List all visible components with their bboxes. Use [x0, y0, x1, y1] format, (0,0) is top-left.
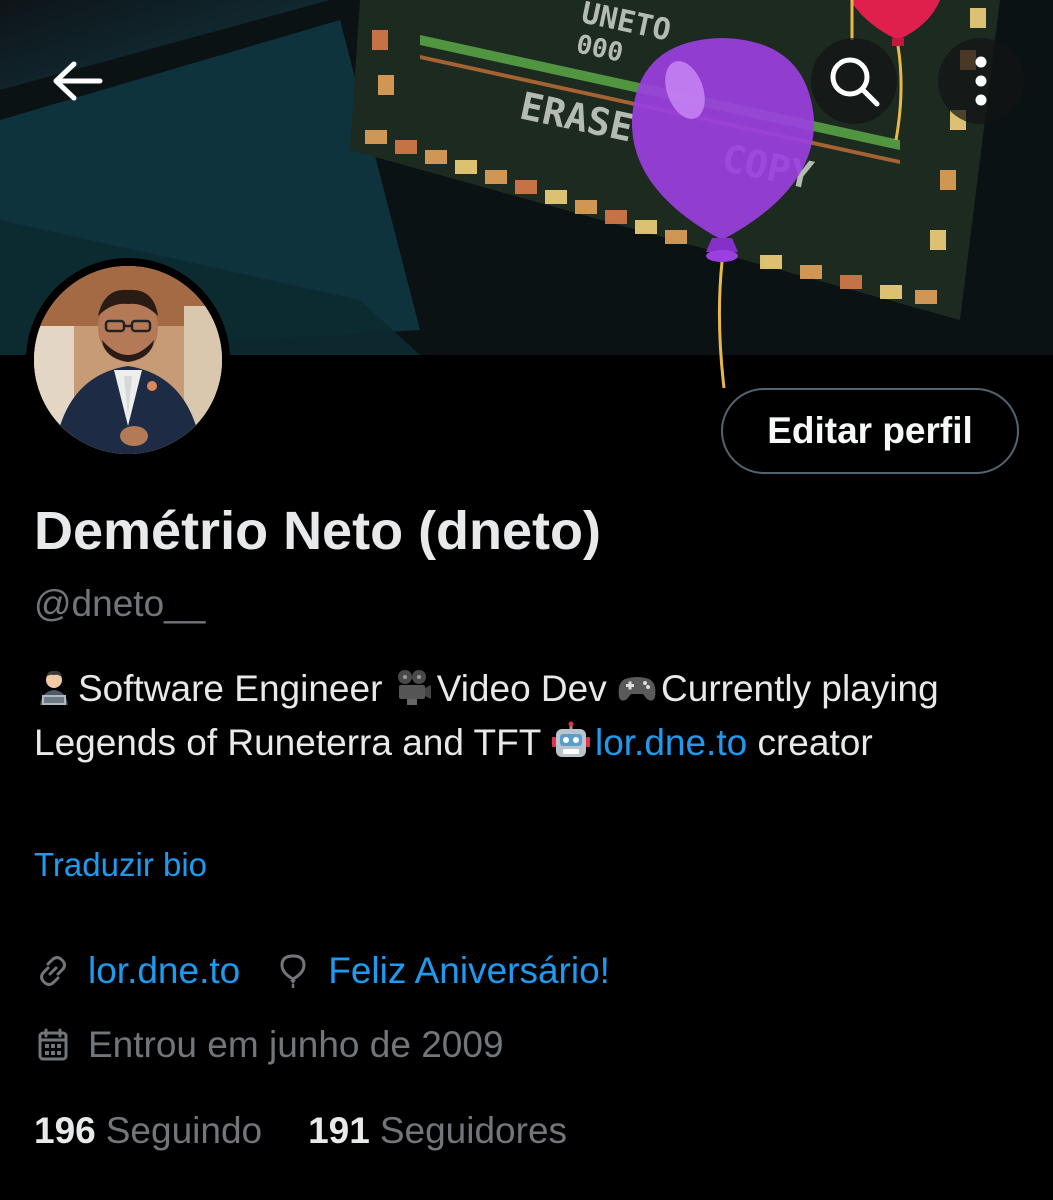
search-icon	[830, 57, 880, 107]
birthday-link[interactable]: Feliz Aniversário!	[328, 950, 610, 992]
avatar[interactable]	[26, 258, 230, 462]
film-projector-emoji	[397, 670, 431, 705]
link-icon	[34, 952, 72, 990]
translate-bio-link[interactable]: Traduzir bio	[34, 846, 207, 884]
follow-stats: 196 Seguindo 191 Seguidores	[34, 1110, 567, 1152]
bio-part-2: Video Dev	[436, 668, 607, 709]
bio-part-4: creator	[757, 722, 873, 763]
arrow-left-icon	[53, 61, 103, 101]
bio: Software Engineer Video Dev Currently pl…	[34, 662, 1024, 770]
back-button[interactable]	[35, 38, 121, 124]
game-controller-emoji	[618, 677, 656, 701]
following-link[interactable]: 196 Seguindo	[34, 1110, 262, 1152]
bio-part-1: Software Engineer	[78, 668, 383, 709]
website-link[interactable]: lor.dne.to	[88, 950, 240, 992]
followers-count: 191	[308, 1110, 370, 1151]
followers-label: Seguidores	[379, 1110, 568, 1151]
join-date-row: Entrou em junho de 2009	[34, 1024, 504, 1066]
robot-emoji	[551, 721, 590, 757]
search-button[interactable]	[811, 38, 897, 124]
avatar-photo	[34, 266, 222, 454]
more-vertical-icon	[975, 56, 987, 106]
bio-link[interactable]: lor.dne.to	[595, 722, 747, 763]
more-options-button[interactable]	[938, 38, 1024, 124]
join-date: Entrou em junho de 2009	[88, 1024, 504, 1065]
following-label: Seguindo	[105, 1110, 263, 1151]
followers-link[interactable]: 191 Seguidores	[308, 1110, 567, 1152]
following-count: 196	[34, 1110, 96, 1151]
balloon-icon	[274, 952, 312, 990]
calendar-icon	[34, 1026, 72, 1064]
technologist-emoji	[40, 670, 68, 705]
handle: @dneto__	[34, 583, 206, 624]
edit-profile-button[interactable]: Editar perfil	[721, 388, 1019, 474]
profile-meta-row: lor.dne.to Feliz Aniversário!	[34, 950, 610, 992]
display-name: Demétrio Neto (dneto)	[34, 501, 601, 561]
